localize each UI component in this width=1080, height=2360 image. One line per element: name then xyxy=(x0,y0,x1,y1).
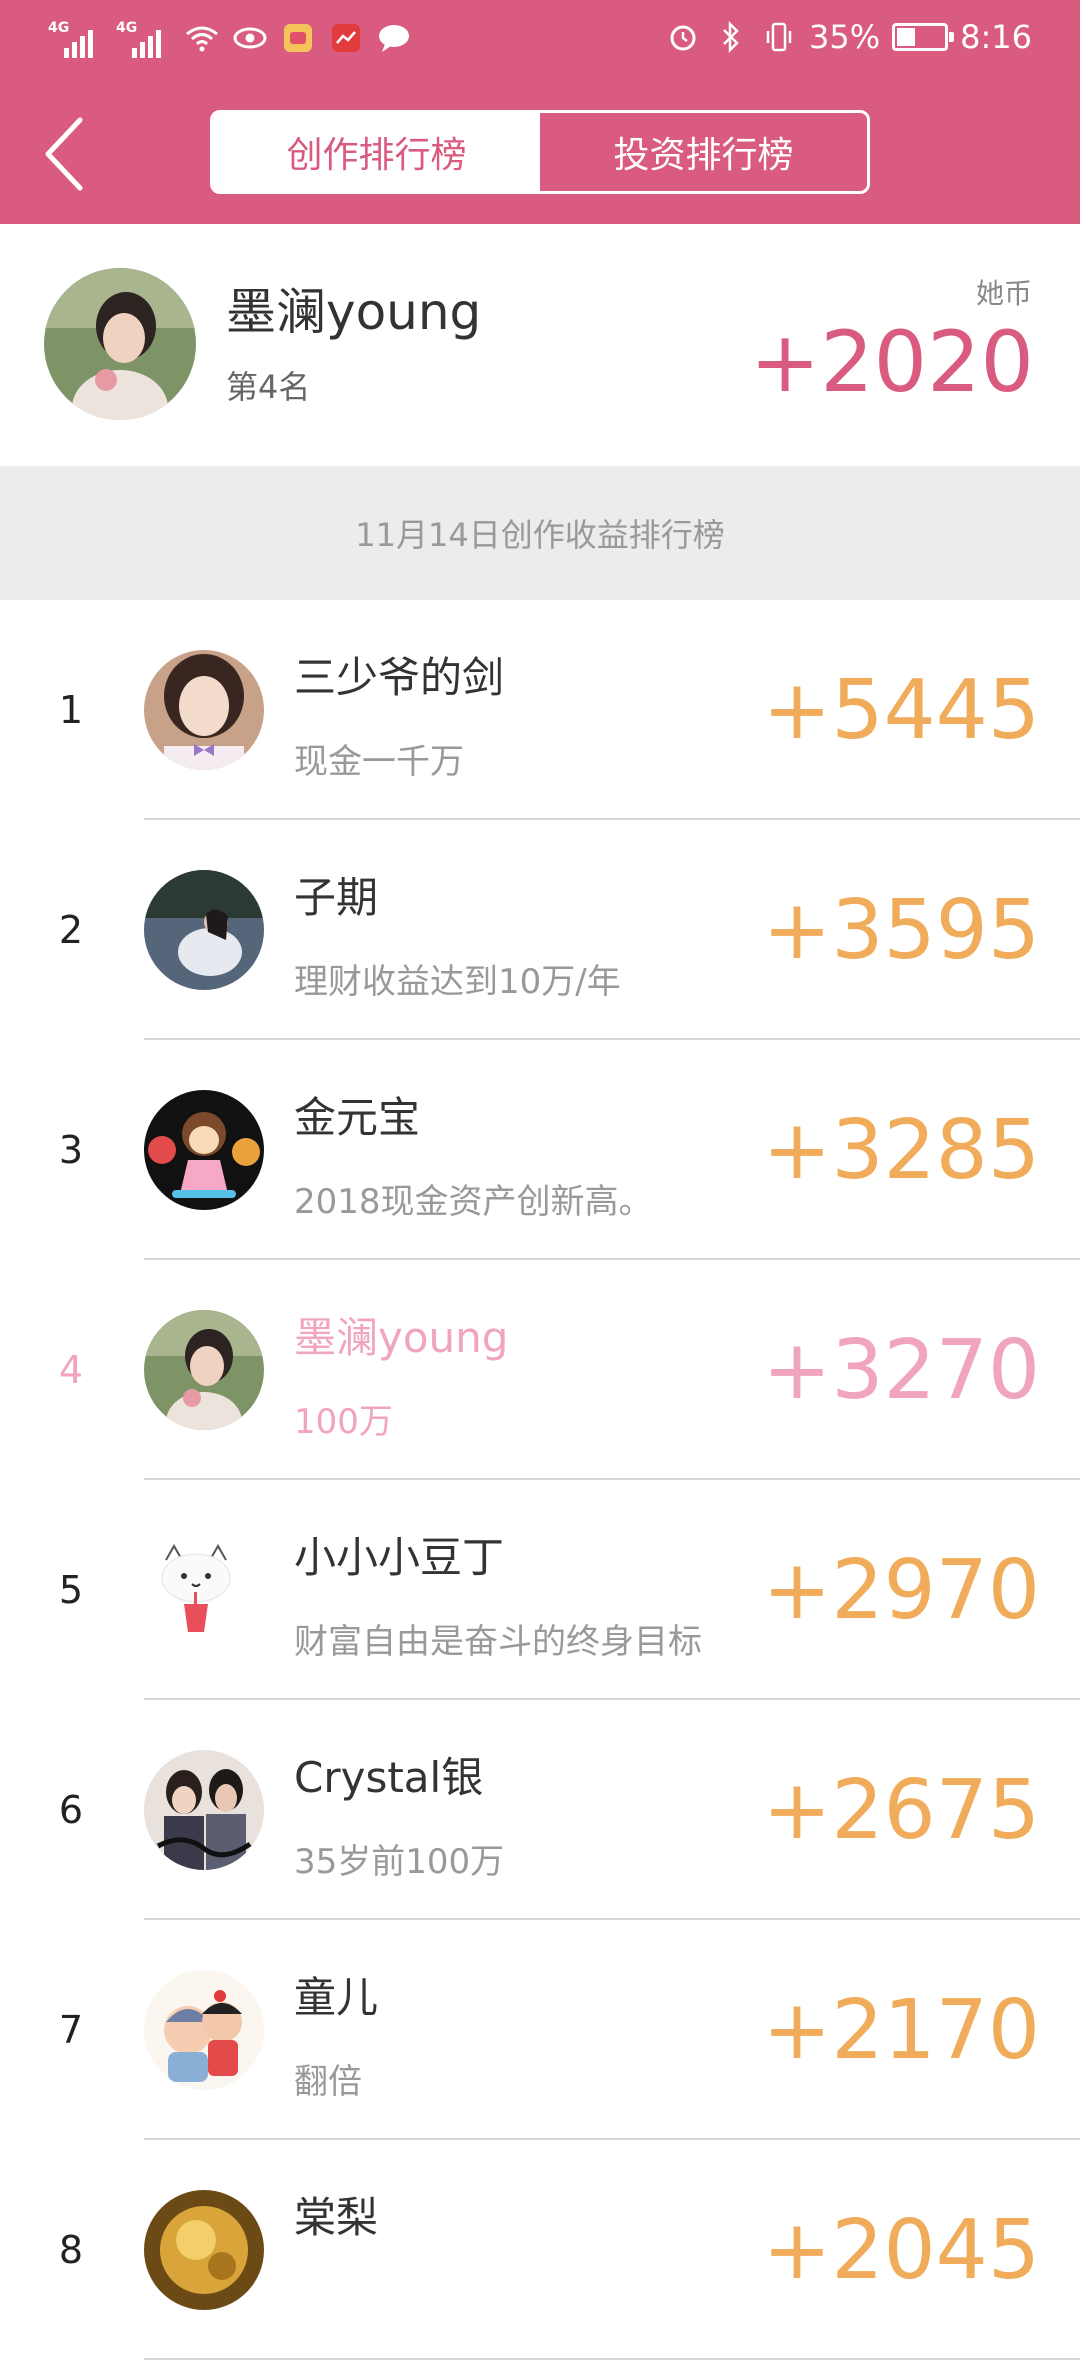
signal-icon: 4G xyxy=(116,18,172,58)
status-bar-right: 35% 8:16 xyxy=(665,18,1032,56)
user-name: Crystal银 xyxy=(294,1753,484,1802)
score: +2170 xyxy=(762,1982,1040,2078)
tab-investment-ranking[interactable]: 投资排行榜 xyxy=(540,113,867,191)
user-goal: 财富自由是奋斗的终身目标 xyxy=(294,1622,702,1662)
rank-number: 6 xyxy=(58,1788,84,1832)
nav-bar: 创作排行榜 投资排行榜 xyxy=(0,80,1080,224)
rank-number: 5 xyxy=(58,1568,84,1612)
my-rank-card[interactable]: 墨澜young 第4名 她币 +2020 xyxy=(0,224,1080,466)
avatar xyxy=(144,1970,264,2090)
currency-label: 她币 xyxy=(975,277,1032,310)
avatar xyxy=(144,2190,264,2310)
user-goal: 现金一千万 xyxy=(294,742,464,782)
user-name: 童儿 xyxy=(294,1973,379,2022)
user-goal: 100万 xyxy=(294,1402,393,1442)
avatar xyxy=(44,268,196,420)
eye-icon xyxy=(232,20,268,56)
bluetooth-icon xyxy=(713,19,749,55)
leaderboard-tabs: 创作排行榜 投资排行榜 xyxy=(210,110,870,194)
user-goal: 2018现金资产创新高。 xyxy=(294,1182,653,1222)
app-notification-icon xyxy=(280,20,316,56)
score: +3595 xyxy=(762,882,1040,978)
user-name: 子期 xyxy=(294,873,379,922)
avatar xyxy=(144,650,264,770)
score: +2045 xyxy=(762,2202,1040,2298)
user-goal: 翻倍 xyxy=(294,2062,362,2102)
list-item[interactable]: 7 童儿 翻倍 +2170 xyxy=(0,1920,1080,2140)
list-item[interactable]: 3 金元宝 2018现金资产创新高。 +3285 xyxy=(0,1040,1080,1260)
clock-time: 8:16 xyxy=(960,18,1032,56)
app-header: 4G 4G 35% 8:16 创作排行榜 投资排行榜 xyxy=(0,0,1080,224)
score: +2970 xyxy=(762,1542,1040,1638)
avatar xyxy=(144,1530,264,1650)
rank-number: 2 xyxy=(58,908,84,952)
avatar xyxy=(144,1750,264,1870)
rank-number: 8 xyxy=(58,2228,84,2272)
user-goal: 35岁前100万 xyxy=(294,1842,505,1882)
message-icon xyxy=(376,20,412,56)
signal-icon: 4G xyxy=(48,18,104,58)
rank-number: 7 xyxy=(58,2008,84,2052)
my-name: 墨澜young xyxy=(226,283,482,341)
avatar xyxy=(144,1310,264,1430)
user-name: 小小小豆丁 xyxy=(294,1533,505,1582)
leaderboard-list: 1 三少爷的剑 现金一千万 +5445 2 子期 理财收益达到10万/年 +35… xyxy=(0,600,1080,2360)
rank-number: 3 xyxy=(58,1128,84,1172)
score: +3270 xyxy=(762,1322,1040,1418)
list-item[interactable]: 1 三少爷的剑 现金一千万 +5445 xyxy=(0,600,1080,820)
tab-creation-ranking[interactable]: 创作排行榜 xyxy=(213,113,540,191)
wifi-icon xyxy=(184,20,220,56)
rank-number: 1 xyxy=(58,688,84,732)
score: +3285 xyxy=(762,1102,1040,1198)
battery-icon xyxy=(892,23,955,51)
avatar xyxy=(144,1090,264,1210)
user-goal: 理财收益达到10万/年 xyxy=(294,962,621,1002)
battery-percent: 35% xyxy=(809,18,881,56)
score: +5445 xyxy=(762,662,1040,758)
avatar xyxy=(144,870,264,990)
user-name: 三少爷的剑 xyxy=(294,653,505,702)
user-name: 金元宝 xyxy=(294,1093,421,1142)
vibrate-icon xyxy=(761,19,797,55)
list-item[interactable]: 5 小小小豆丁 财富自由是奋斗的终身目标 +2970 xyxy=(0,1480,1080,1700)
status-bar: 4G 4G 35% 8:16 xyxy=(0,0,1080,80)
my-score: +2020 xyxy=(749,313,1034,411)
chevron-left-icon xyxy=(45,117,83,191)
list-item-current-user[interactable]: 4 墨澜young 100万 +3270 xyxy=(0,1260,1080,1480)
section-title: 11月14日创作收益排行榜 xyxy=(0,466,1080,600)
stock-app-icon xyxy=(328,20,364,56)
alarm-icon xyxy=(665,19,701,55)
user-name: 棠梨 xyxy=(294,2193,379,2242)
back-button[interactable] xyxy=(24,114,104,194)
status-bar-left: 4G 4G xyxy=(48,18,412,58)
rank-number: 4 xyxy=(58,1348,84,1392)
list-item[interactable]: 6 Crystal银 35岁前100万 +2675 xyxy=(0,1700,1080,1920)
score: +2675 xyxy=(762,1762,1040,1858)
list-item[interactable]: 2 子期 理财收益达到10万/年 +3595 xyxy=(0,820,1080,1040)
my-rank: 第4名 xyxy=(226,368,311,406)
list-item[interactable]: 8 棠梨 +2045 xyxy=(0,2140,1080,2360)
user-name: 墨澜young xyxy=(294,1313,509,1362)
